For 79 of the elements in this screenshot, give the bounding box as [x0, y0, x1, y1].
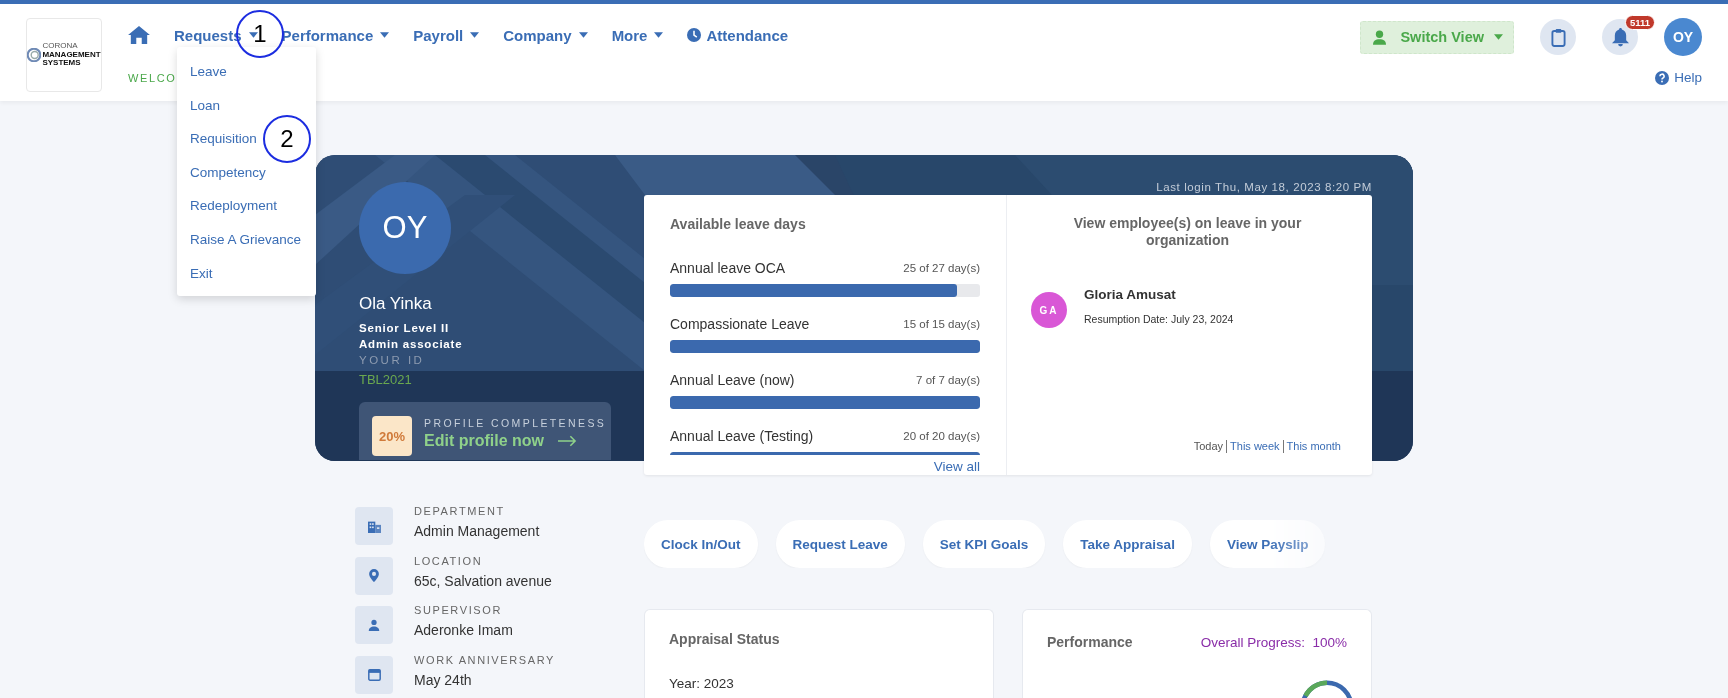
leave-type: Annual leave OCA: [670, 260, 786, 276]
panel-heading: View employee(s) on leave in your organization: [1072, 215, 1303, 249]
panel-heading: Available leave days: [670, 215, 807, 233]
card-title: Appraisal Status: [669, 630, 781, 648]
detail-label: WORK ANNIVERSARY: [414, 652, 555, 667]
completeness-label: PROFILE COMPLETENESS: [424, 416, 607, 430]
menu-item[interactable]: Competency: [190, 162, 266, 183]
leave-balance-text: 20 of 20 day(s): [903, 430, 980, 442]
quick-action-button[interactable]: View Payslip: [1209, 520, 1326, 568]
last-login-text: Last login Thu, May 18, 2023 8:20 PM: [1155, 180, 1372, 195]
detail-value: Aderonke Imam: [414, 621, 513, 641]
detail-label: SUPERVISOR: [414, 603, 503, 618]
menu-item[interactable]: Loan: [190, 95, 221, 116]
notification-badge: 5111: [1625, 15, 1656, 30]
caret-icon: [654, 32, 664, 38]
logo-text: CORONA MANAGEMENT SYSTEMS: [42, 42, 101, 68]
nav-menu-link[interactable]: More: [611, 26, 664, 44]
id-label: YOUR ID: [359, 353, 425, 368]
quick-action-button[interactable]: Set KPI Goals: [922, 520, 1046, 568]
quick-action-button[interactable]: Request Leave: [775, 520, 905, 568]
menu-item[interactable]: Raise A Grievance: [190, 229, 302, 250]
caret-icon: [578, 32, 588, 38]
employee-avatar: GA: [1031, 292, 1067, 328]
nav-menu-link[interactable]: Payroll: [413, 26, 480, 44]
caret-icon: [470, 32, 480, 38]
building-icon: [367, 519, 381, 533]
annotation-marker: 2: [263, 115, 311, 163]
detail-label: DEPARTMENT: [414, 504, 506, 518]
completeness-percent: 20%: [372, 416, 412, 456]
detail-value: May 24th: [414, 670, 473, 690]
detail-value: Admin Management: [414, 522, 540, 541]
leave-type: Compassionate Leave: [670, 316, 810, 332]
employee-id: TBL2021: [359, 371, 412, 389]
bell-icon[interactable]: [1611, 27, 1629, 47]
period-filter[interactable]: Today: [1193, 440, 1227, 453]
employee-role: Admin associate: [359, 337, 463, 352]
detail-label: LOCATION: [414, 553, 484, 568]
nav-link[interactable]: Attendance: [687, 26, 789, 44]
arrow-icon: [558, 435, 577, 447]
overall-progress-text: Overall Progress: 100%: [1200, 634, 1347, 650]
menu-item[interactable]: Redeployment: [190, 196, 278, 217]
employee-grade: Senior Level II: [359, 321, 449, 336]
resumption-date: Resumption Date: July 23, 2024: [1084, 313, 1234, 325]
welcome-text: WELCO: [128, 71, 177, 85]
user-avatar[interactable]: OY: [1664, 18, 1702, 56]
caret-icon: [1494, 34, 1503, 40]
clipboard-button[interactable]: [1540, 19, 1576, 55]
leave-type: Annual Leave (now): [670, 372, 795, 388]
clock-icon: [687, 28, 702, 42]
employee-name: Ola Yinka: [359, 293, 432, 315]
help-icon: [1655, 70, 1670, 85]
pin-icon: [369, 569, 379, 583]
home-icon[interactable]: [128, 25, 150, 45]
caret-icon: [380, 32, 390, 38]
leave-balance-text: 15 of 15 day(s): [903, 318, 980, 330]
appraisal-year: Year: 2023: [669, 676, 735, 691]
employee-name: Gloria Amusat: [1084, 286, 1177, 304]
view-all-link[interactable]: View all: [933, 459, 980, 475]
card-title: Performance: [1047, 633, 1133, 651]
nav-menu-link[interactable]: Performance: [281, 26, 390, 44]
user-icon: [1373, 29, 1387, 45]
leave-balance-text: 7 of 7 day(s): [916, 374, 980, 386]
leave-type: Annual Leave (Testing): [670, 428, 814, 444]
calendar-icon: [367, 668, 381, 682]
leave-balance-text: 25 of 27 day(s): [903, 262, 980, 274]
menu-item[interactable]: Exit: [190, 263, 213, 284]
swirl-logo-icon: [27, 48, 42, 62]
period-filter[interactable]: This month: [1282, 440, 1344, 453]
menu-item[interactable]: Leave: [190, 62, 227, 82]
menu-item[interactable]: Requisition: [190, 129, 257, 150]
clipboard-icon[interactable]: [1550, 27, 1566, 47]
nav-menu-link[interactable]: Company: [503, 26, 588, 44]
help-link[interactable]: Help: [1655, 70, 1702, 85]
person-icon: [368, 619, 380, 632]
period-filter[interactable]: This week: [1226, 440, 1283, 453]
quick-action-button[interactable]: Clock In/Out: [644, 520, 758, 568]
detail-value: 65c, Salvation avenue: [414, 571, 552, 591]
edit-profile-link[interactable]: Edit profile now: [424, 430, 607, 452]
quick-action-button[interactable]: Take Appraisal: [1063, 520, 1192, 568]
